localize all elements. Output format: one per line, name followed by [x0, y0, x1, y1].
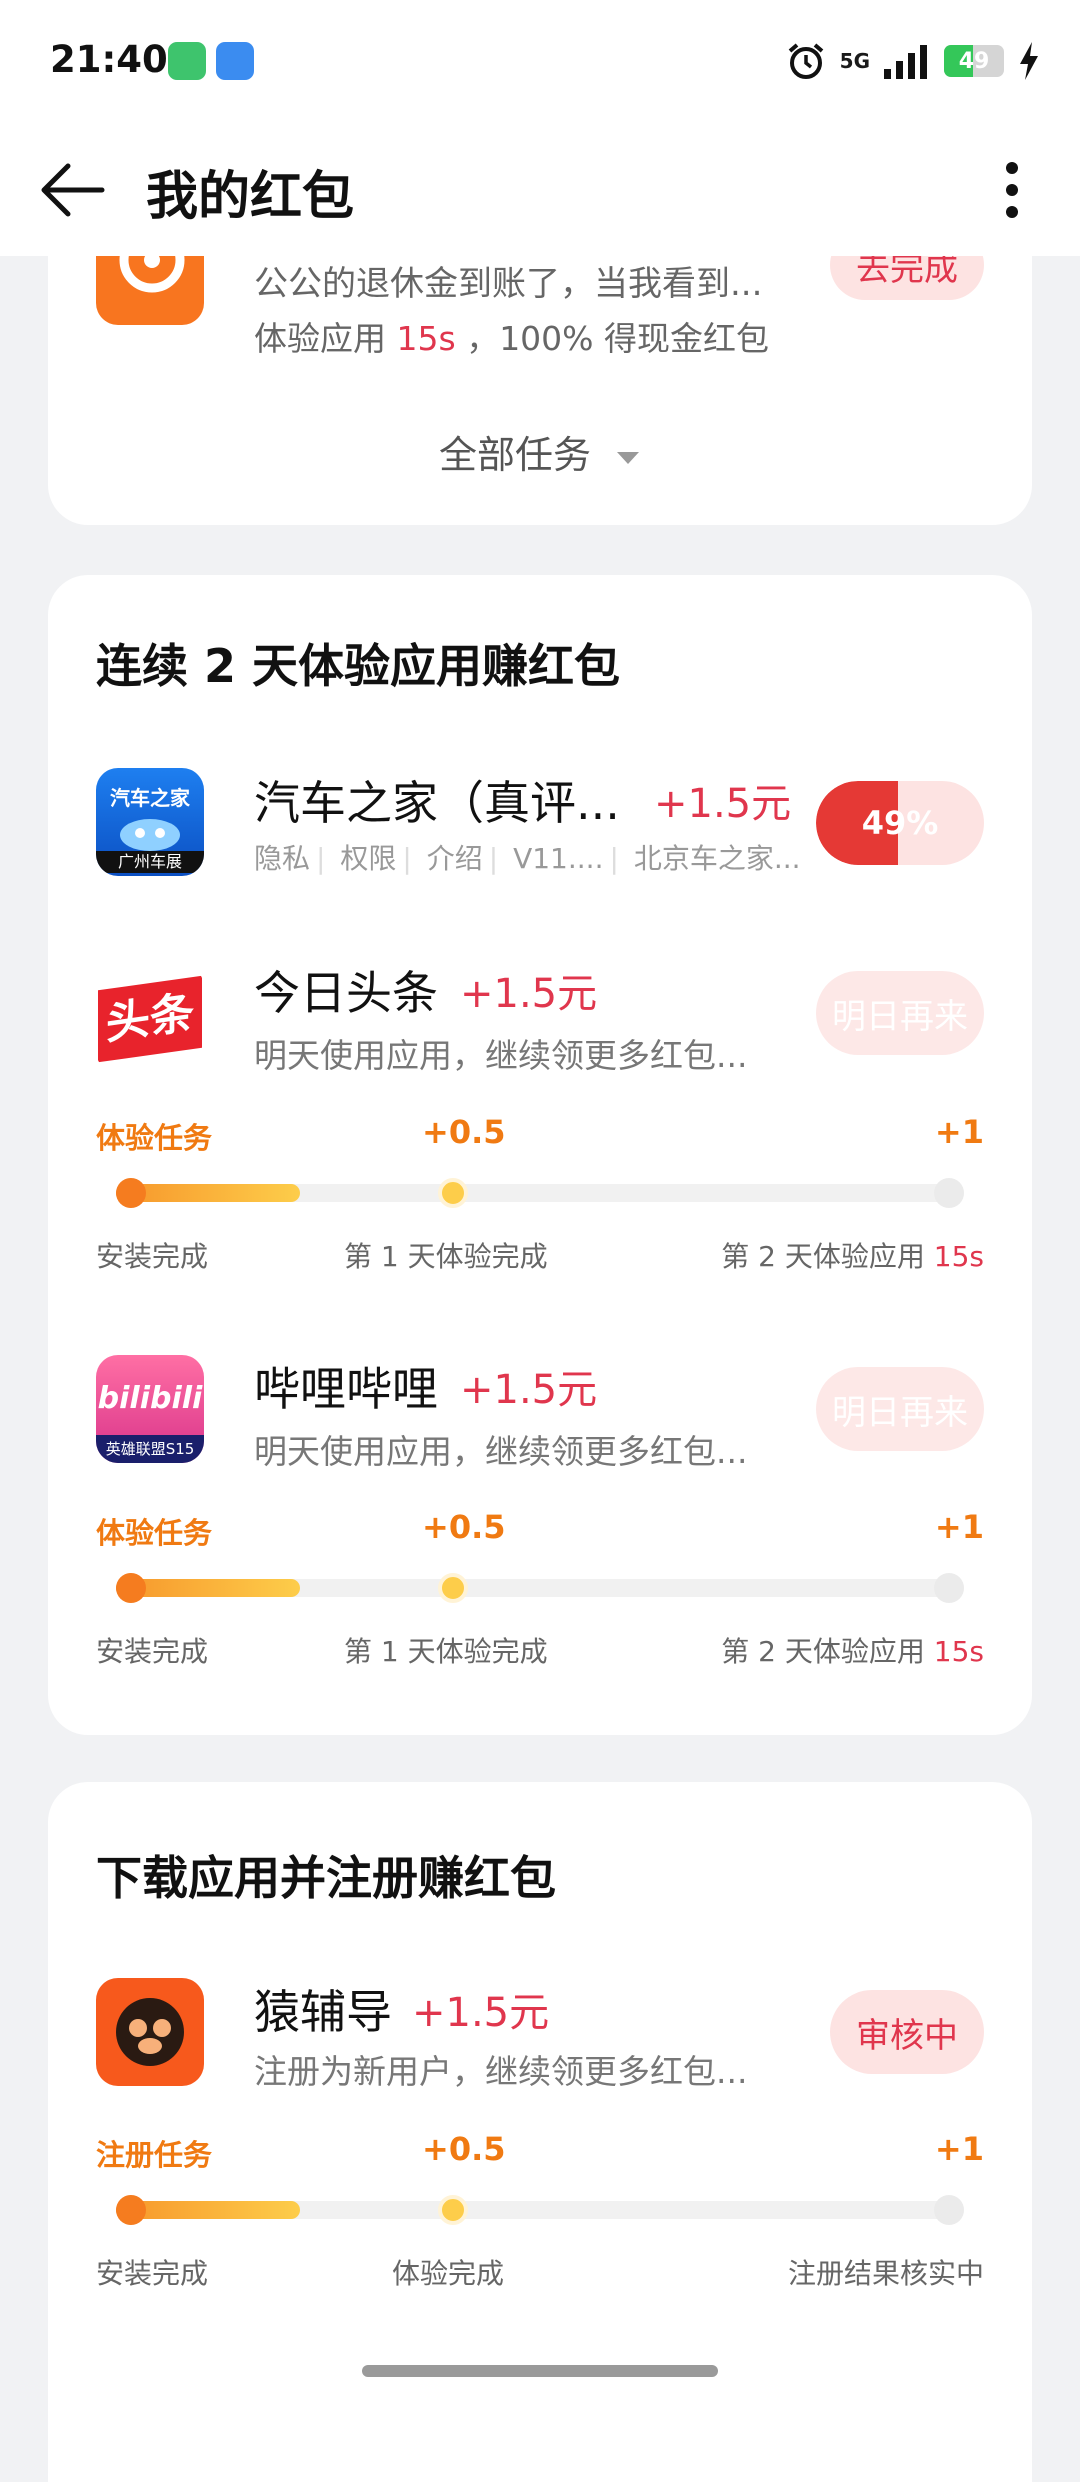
- come-back-tomorrow-button[interactable]: 明日再来: [816, 1367, 984, 1451]
- app-name[interactable]: 汽车之家（真评...: [254, 767, 620, 833]
- under-review-button[interactable]: 审核中: [830, 1990, 984, 2074]
- task-label: 体验任务: [96, 1121, 213, 1155]
- task-end-reward: +1: [934, 1508, 984, 1546]
- battery-icon: 49: [944, 45, 1004, 77]
- progress-percent: 49%: [861, 804, 939, 842]
- network-type: 5G: [839, 49, 870, 73]
- app-description: 注册为新用户，继续领更多红包...: [254, 2052, 748, 2091]
- chevron-down-icon: [617, 451, 640, 464]
- section-title: 下载应用并注册赚红包: [96, 1851, 556, 1905]
- step-dot-day1: [438, 1178, 468, 1208]
- app-name[interactable]: 猿辅导: [254, 1976, 392, 2042]
- charging-icon: [1020, 42, 1038, 80]
- app-icon-yuanfudao: [96, 1978, 204, 2086]
- weather-notification-icon: [216, 42, 254, 80]
- all-tasks-toggle[interactable]: 全部任务: [48, 424, 1032, 479]
- task-hint: 体验应用 15s ，100% 得现金红包: [254, 319, 770, 358]
- step-label: 安装完成: [96, 1635, 209, 1668]
- step-dot-install: [116, 1178, 146, 1208]
- step-label: 体验完成: [392, 2257, 505, 2290]
- page-title: 我的红包: [146, 167, 355, 227]
- task-mid-reward: +0.5: [422, 1113, 506, 1151]
- step-label: 第 2 天体验应用 15s: [721, 1240, 984, 1273]
- signal-icon: [884, 45, 927, 79]
- reward-amount: +1.5元: [654, 781, 792, 827]
- step-dot-experience: [438, 2195, 468, 2225]
- task-label: 体验任务: [96, 1516, 213, 1550]
- task-mid-reward: +0.5: [422, 1508, 506, 1546]
- task-end-reward: +1: [934, 1113, 984, 1151]
- step-label: 第 1 天体验完成: [344, 1635, 548, 1668]
- step-dot-install: [116, 1573, 146, 1603]
- section-title: 连续 2 天体验应用赚红包: [96, 639, 621, 693]
- app-meta-links: 隐私 | 权限 | 介绍 | V11.... | 北京车之家...: [254, 842, 801, 875]
- step-label: 注册结果核实中: [787, 2257, 984, 2290]
- developer-text: 北京车之家...: [633, 842, 801, 875]
- status-time: 21:40: [50, 38, 168, 81]
- task-progress-track: [116, 1573, 964, 1603]
- app-icon-toutiao: 头条: [96, 965, 204, 1073]
- step-dot-day2: [934, 1178, 964, 1208]
- back-arrow-icon[interactable]: [36, 154, 108, 226]
- download-progress-button[interactable]: 49%: [816, 781, 984, 865]
- task-progress-track: [116, 2195, 964, 2225]
- home-indicator[interactable]: [362, 2365, 718, 2377]
- step-label: 第 1 天体验完成: [344, 1240, 548, 1273]
- task-progress-track: [116, 1178, 964, 1208]
- task-description: 公公的退休金到账了，当我看到...: [254, 264, 763, 304]
- step-dot-day2: [934, 1573, 964, 1603]
- task-label: 注册任务: [96, 2138, 213, 2172]
- version-text: V11....: [513, 842, 604, 875]
- reward-amount: +1.5元: [460, 971, 598, 1017]
- step-label: 安装完成: [96, 2257, 209, 2290]
- step-dot-register: [934, 2195, 964, 2225]
- permissions-link[interactable]: 权限: [340, 842, 396, 875]
- reward-amount: +1.5元: [460, 1367, 598, 1413]
- step-dot-install: [116, 2195, 146, 2225]
- task-mid-reward: +0.5: [422, 2130, 506, 2168]
- all-tasks-label: 全部任务: [438, 433, 591, 477]
- register-card: 下载应用并注册赚红包 猿辅导 +1.5元 注册为新用户，继续领更多红包... 审…: [48, 1782, 1032, 2482]
- intro-link[interactable]: 介绍: [427, 842, 483, 875]
- app-name[interactable]: 哔哩哔哩: [254, 1353, 438, 1419]
- nav-bar: 我的红包: [0, 120, 1080, 256]
- step-label: 第 2 天体验应用 15s: [721, 1635, 984, 1668]
- app-icon-bilibili: bilibili 英雄联盟S15: [96, 1355, 204, 1463]
- alarm-icon: [788, 43, 823, 79]
- continuous-experience-card: 连续 2 天体验应用赚红包 汽车之家 广州车展 汽车之家（真评... +1.5元…: [48, 575, 1032, 1735]
- step-label: 安装完成: [96, 1240, 209, 1273]
- task-end-reward: +1: [934, 2130, 984, 2168]
- app-notification-icon: [168, 42, 206, 80]
- app-description: 明天使用应用，继续领更多红包...: [254, 1036, 748, 1075]
- reward-amount: +1.5元: [412, 1990, 550, 2036]
- privacy-link[interactable]: 隐私: [254, 842, 310, 875]
- more-options-icon[interactable]: [984, 154, 1040, 226]
- app-name[interactable]: 今日头条: [254, 957, 438, 1023]
- app-description: 明天使用应用，继续领更多红包...: [254, 1432, 748, 1471]
- come-back-tomorrow-button[interactable]: 明日再来: [816, 971, 984, 1055]
- app-icon-autohome: 汽车之家 广州车展: [96, 768, 204, 876]
- step-dot-day1: [438, 1573, 468, 1603]
- status-bar: 21:40 5G 49: [0, 0, 1080, 120]
